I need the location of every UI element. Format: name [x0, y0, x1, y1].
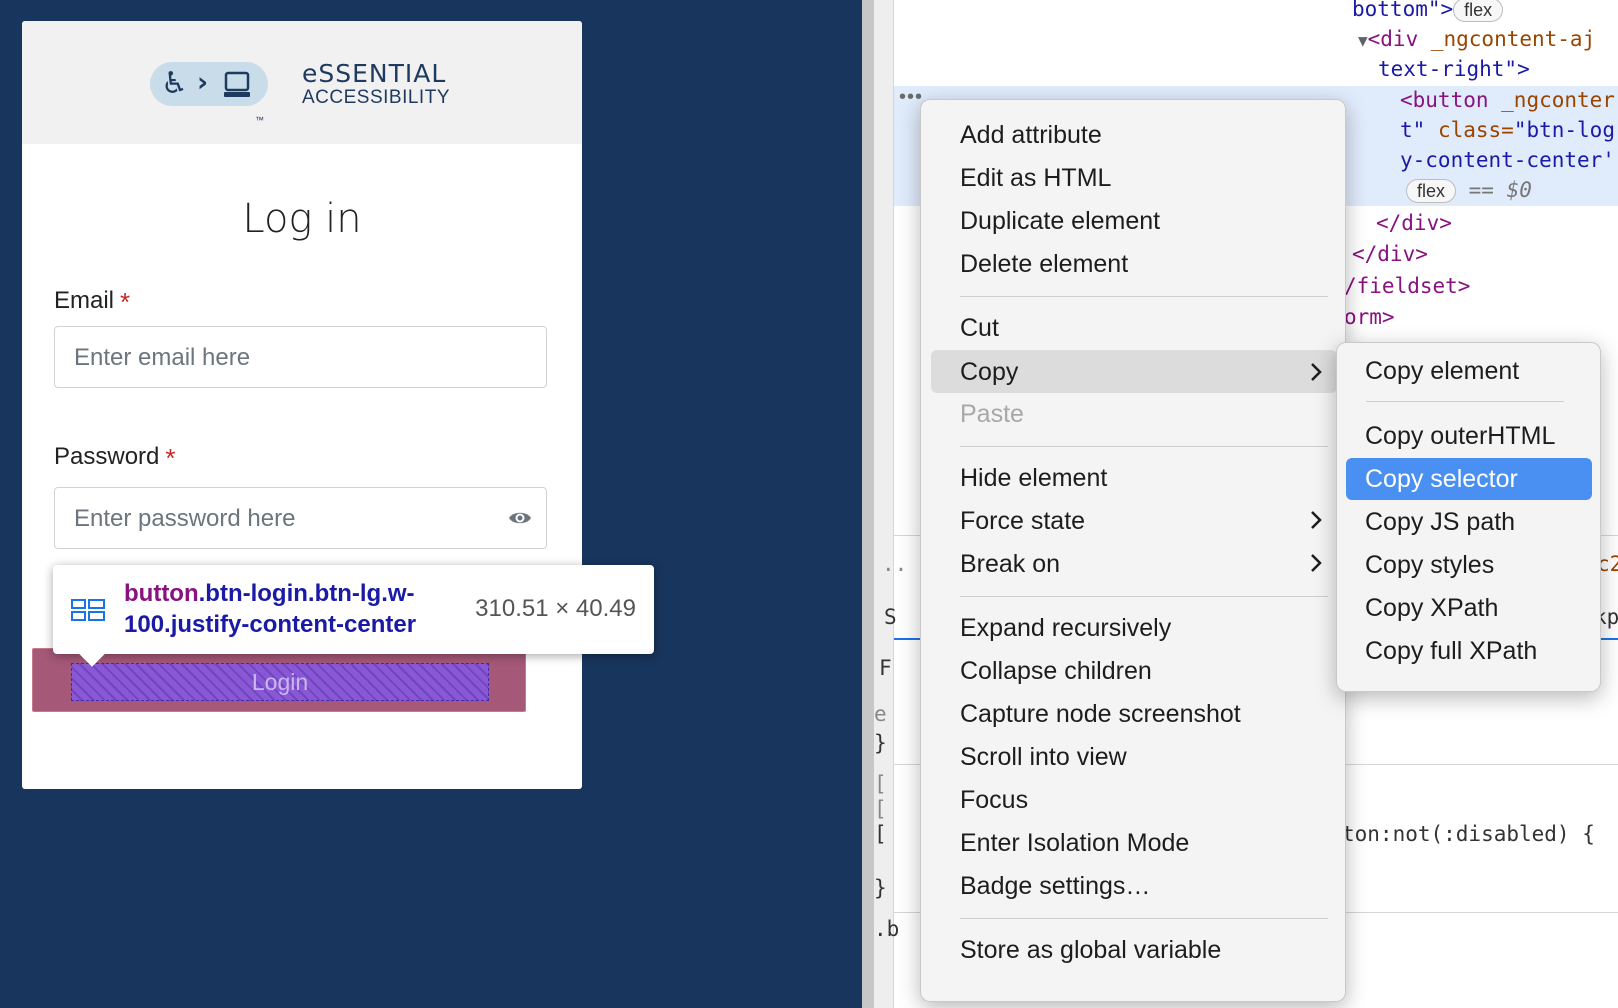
elements-line[interactable]: ▼<div _ngcontent-aj [1358, 24, 1595, 56]
email-placeholder: Enter email here [74, 344, 251, 371]
menu-item-copy[interactable]: Copy [931, 350, 1337, 393]
login-page: ♿ › eSSENTIAL ACCESSIBILITY ™ Log in Ema… [0, 0, 862, 1008]
chevron-right-icon [1311, 511, 1322, 529]
code-fragment: } [874, 731, 887, 755]
tooltip-selector: button.btn-login.btn-lg.w-100.justify-co… [124, 578, 454, 640]
submenu-item-copy-styles[interactable]: Copy styles [1346, 544, 1592, 586]
wheelchair-icon: ♿ [161, 66, 188, 101]
css-selector-fragment: ton:not(:disabled) { [1342, 822, 1595, 846]
code-fragment: } [874, 876, 887, 900]
code-fragment: .b [874, 917, 900, 941]
menu-item-edit-as-html[interactable]: Edit as HTML [931, 157, 1337, 197]
menu-item-capture-node-screenshot[interactable]: Capture node screenshot [931, 693, 1337, 733]
email-label: Email * [54, 287, 130, 318]
logo-line-1: eSSENTIAL [302, 59, 447, 88]
password-label-text: Password [54, 443, 160, 470]
menu-item-expand-recursively[interactable]: Expand recursively [931, 607, 1337, 647]
logo-line-2: ACCESSIBILITY [302, 87, 450, 108]
password-field[interactable]: Enter password here [54, 487, 547, 549]
login-button[interactable]: Login [32, 648, 526, 712]
submenu-item-copy-element[interactable]: Copy element [1346, 350, 1592, 392]
elements-line[interactable]: </div> [1376, 208, 1452, 238]
code-fragment: [ [874, 822, 887, 846]
menu-item-store-as-global-variable[interactable]: Store as global variable [931, 929, 1337, 969]
menu-item-enter-isolation-mode[interactable]: Enter Isolation Mode [931, 822, 1337, 862]
menu-item-cut[interactable]: Cut [931, 307, 1337, 347]
chevron-right-icon [1311, 554, 1322, 572]
eye-icon[interactable] [508, 506, 532, 530]
login-button-content-highlight: Login [71, 663, 489, 701]
panel-divider[interactable] [862, 0, 874, 1008]
elements-line[interactable]: y-content-center' [1400, 145, 1615, 175]
email-label-text: Email [54, 287, 115, 314]
menu-separator [960, 918, 1328, 919]
menu-item-force-state[interactable]: Force state [931, 500, 1337, 540]
code-fragment: [ [874, 772, 887, 796]
menu-item-duplicate-element[interactable]: Duplicate element [931, 200, 1337, 240]
flex-layout-icon [71, 599, 105, 621]
chevron-right-icon: › [197, 67, 209, 98]
menu-separator [1366, 401, 1564, 402]
trademark-mark: ™ [255, 115, 264, 125]
required-asterisk: * [165, 443, 176, 473]
logo-badge: ♿ › [150, 62, 268, 106]
flex-badge[interactable]: flex [1453, 0, 1504, 22]
computer-icon [224, 71, 250, 97]
elements-line[interactable]: t" class="btn-log [1400, 115, 1615, 145]
elements-line[interactable]: /fieldset> [1344, 271, 1470, 301]
submenu-item-copy-selector[interactable]: Copy selector [1346, 458, 1592, 500]
flex-badge[interactable]: flex [1406, 179, 1457, 203]
menu-item-paste[interactable]: Paste [931, 393, 1337, 433]
expand-triangle-icon[interactable]: ▼ [1358, 31, 1368, 50]
elements-line[interactable]: orm> [1344, 302, 1395, 332]
tooltip-dimensions: 310.51 × 40.49 [475, 595, 636, 622]
filter-fragment[interactable]: F [879, 656, 892, 680]
elements-line[interactable]: text-right"> [1378, 54, 1530, 84]
card-header: ♿ › eSSENTIAL ACCESSIBILITY ™ [22, 21, 582, 144]
submenu-item-copy-js-path[interactable]: Copy JS path [1346, 501, 1592, 543]
menu-item-add-attribute[interactable]: Add attribute [931, 114, 1337, 154]
tooltip-tag: button [124, 580, 199, 607]
copy-submenu: Copy element Copy outerHTML Copy selecto… [1336, 342, 1601, 692]
menu-item-break-on[interactable]: Break on [931, 543, 1337, 583]
submenu-item-copy-xpath[interactable]: Copy XPath [1346, 587, 1592, 629]
menu-item-hide-element[interactable]: Hide element [931, 457, 1337, 497]
styles-tab-fragment[interactable]: S [884, 605, 897, 629]
logo-wordmark: eSSENTIAL ACCESSIBILITY [302, 61, 450, 107]
menu-separator [960, 596, 1328, 597]
submenu-item-copy-full-xpath[interactable]: Copy full XPath [1346, 630, 1592, 672]
elements-line[interactable]: flex == $0 [1406, 175, 1532, 205]
required-asterisk: * [120, 287, 131, 317]
menu-item-badge-settings[interactable]: Badge settings… [931, 865, 1337, 905]
menu-item-delete-element[interactable]: Delete element [931, 243, 1337, 283]
elements-line[interactable]: </div> [1352, 239, 1428, 269]
menu-item-focus[interactable]: Focus [931, 779, 1337, 819]
code-fragment: .. [882, 552, 908, 576]
menu-item-scroll-into-view[interactable]: Scroll into view [931, 736, 1337, 776]
context-menu: Add attribute Edit as HTML Duplicate ele… [920, 99, 1346, 1002]
email-field[interactable]: Enter email here [54, 326, 547, 388]
password-label: Password * [54, 443, 176, 474]
devtools-gutter [874, 0, 894, 1008]
login-button-label: Login [251, 669, 309, 695]
page-title: Log in [242, 196, 362, 242]
password-placeholder: Enter password here [74, 505, 296, 532]
submenu-item-copy-outerhtml[interactable]: Copy outerHTML [1346, 415, 1592, 457]
menu-separator [960, 296, 1328, 297]
elements-line[interactable]: <button _ngconter [1400, 85, 1615, 115]
menu-item-collapse-children[interactable]: Collapse children [931, 650, 1337, 690]
menu-separator [960, 446, 1328, 447]
code-fragment: e [874, 702, 887, 726]
chevron-right-icon [1311, 363, 1322, 381]
elements-line[interactable]: bottom"> flex [1352, 0, 1504, 24]
inspect-element-tooltip: button.btn-login.btn-lg.w-100.justify-co… [53, 565, 654, 667]
code-fragment: [ [874, 797, 887, 821]
